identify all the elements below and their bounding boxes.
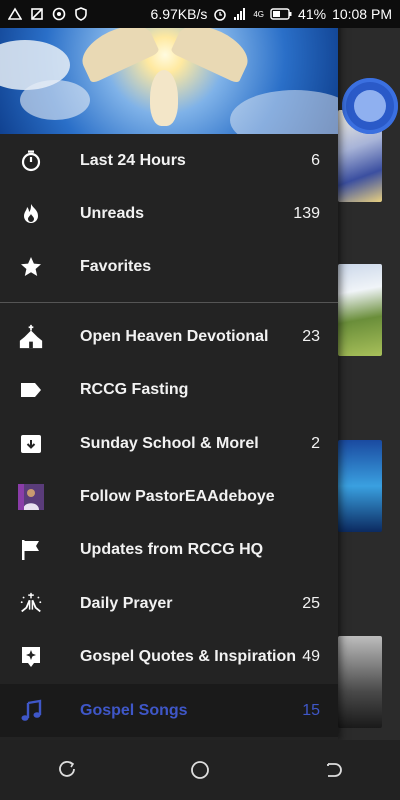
- menu-item-unreads[interactable]: Unreads 139: [0, 187, 338, 240]
- menu-item-sunday-school[interactable]: Sunday School & Morel 2: [0, 417, 338, 470]
- status-bar: 6.97KB/s 4G 41% 10:08 PM: [0, 0, 400, 28]
- home-button[interactable]: [180, 750, 220, 790]
- navigation-drawer: Last 24 Hours 6 Unreads 139 Favorites Op…: [0, 0, 338, 740]
- drawer-menu: Last 24 Hours 6 Unreads 139 Favorites Op…: [0, 134, 338, 738]
- system-status: 6.97KB/s 4G 41% 10:08 PM: [151, 6, 392, 22]
- flag-icon: [18, 537, 44, 563]
- menu-item-label: RCCG Fasting: [80, 381, 189, 399]
- music-note-icon: [18, 698, 44, 724]
- menu-item-count: 49: [302, 648, 320, 666]
- feed-thumbnail: [338, 636, 382, 728]
- menu-item-follow-pastor[interactable]: Follow PastorEAAdeboye: [0, 470, 338, 523]
- signal-icon: [234, 8, 246, 20]
- menu-item-count: 2: [311, 434, 320, 452]
- home-icon: [191, 761, 209, 779]
- menu-item-open-heaven-devotional[interactable]: Open Heaven Devotional 23: [0, 310, 338, 363]
- stopwatch-icon: [18, 148, 44, 174]
- menu-item-label: Unreads: [80, 205, 145, 223]
- menu-item-label: Gospel Quotes & Inspiration: [80, 648, 297, 666]
- battery-level: 41%: [298, 6, 327, 22]
- menu-item-label: Sunday School & Morel: [80, 434, 259, 452]
- menu-item-label: Gospel Songs: [80, 701, 188, 719]
- clock: 10:08 PM: [332, 6, 392, 22]
- battery-icon: [270, 8, 292, 20]
- notification-icons: [8, 7, 88, 21]
- menu-item-count: 23: [302, 327, 320, 345]
- menu-item-label: Follow PastorEAAdeboye: [80, 488, 275, 506]
- back-icon: [327, 763, 343, 777]
- feed-thumbnail: [338, 440, 382, 532]
- praying-hands-icon: [18, 591, 44, 617]
- church-icon: [18, 324, 44, 350]
- feed-thumbnail: [338, 264, 382, 356]
- cloud: [230, 90, 338, 134]
- menu-divider: [0, 302, 338, 304]
- pastor-avatar-icon: [18, 484, 44, 511]
- archive-icon: [18, 431, 44, 457]
- drive-icon: [8, 7, 22, 20]
- star-icon: [18, 254, 44, 280]
- menu-item-gospel-quotes[interactable]: Gospel Quotes & Inspiration 49: [0, 631, 338, 684]
- floating-action-button[interactable]: [342, 78, 398, 134]
- menu-item-count: 25: [302, 594, 320, 612]
- recent-apps-icon: [58, 761, 75, 777]
- menu-item-daily-prayer[interactable]: Daily Prayer 25: [0, 577, 338, 630]
- menu-item-favorites[interactable]: Favorites: [0, 241, 338, 294]
- back-button[interactable]: [313, 750, 353, 790]
- quote-sparkle-icon: [18, 644, 44, 670]
- no-sim-icon: [31, 8, 43, 20]
- flame-icon: [18, 201, 44, 227]
- menu-item-count: 15: [302, 701, 320, 719]
- menu-item-label: Favorites: [80, 258, 152, 276]
- menu-item-last-24-hours[interactable]: Last 24 Hours 6: [0, 134, 338, 187]
- alarm-icon: [214, 9, 227, 21]
- menu-item-label: Last 24 Hours: [80, 151, 186, 169]
- menu-item-label: Updates from RCCG HQ: [80, 541, 264, 559]
- menu-item-count: 139: [293, 205, 320, 223]
- menu-item-updates-rccg-hq[interactable]: Updates from RCCG HQ: [0, 524, 338, 577]
- shield-icon: [75, 7, 87, 21]
- menu-item-label: Open Heaven Devotional: [80, 327, 269, 345]
- dove-icon: [150, 70, 178, 126]
- menu-item-rccg-fasting[interactable]: RCCG Fasting: [0, 364, 338, 417]
- recent-apps-button[interactable]: [47, 750, 87, 790]
- system-navigation-bar: [0, 740, 400, 800]
- menu-item-label: Daily Prayer: [80, 594, 173, 612]
- menu-item-gospel-songs[interactable]: Gospel Songs 15: [0, 683, 338, 738]
- cloud: [20, 80, 90, 120]
- tag-icon: [18, 377, 44, 403]
- network-type: 4G: [253, 9, 265, 19]
- menu-item-count: 6: [311, 151, 320, 169]
- target-icon: [52, 7, 66, 21]
- network-speed: 6.97KB/s: [150, 6, 208, 22]
